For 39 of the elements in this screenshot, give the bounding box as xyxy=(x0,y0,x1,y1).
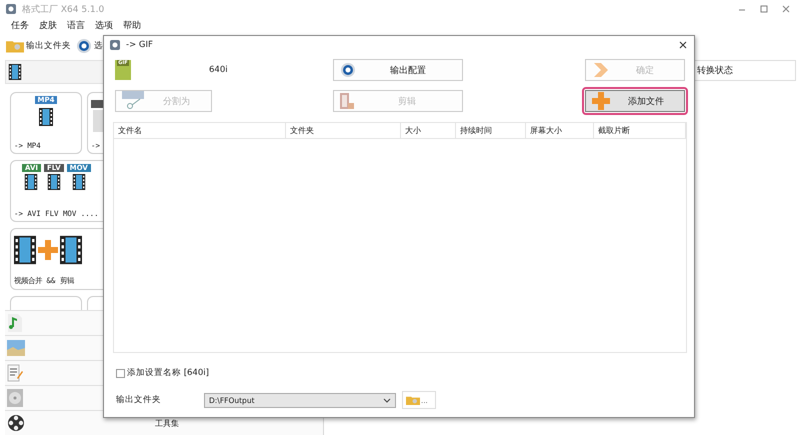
arrow-icon xyxy=(592,63,608,77)
plus-icon xyxy=(592,92,610,110)
column-header: 截取片断 xyxy=(594,123,686,138)
maximize-icon[interactable] xyxy=(760,5,768,13)
column-header: 持续时间 xyxy=(456,123,526,138)
close-icon[interactable] xyxy=(782,5,790,13)
menu-item[interactable]: 任务 xyxy=(11,18,29,32)
menu-item[interactable]: 皮肤 xyxy=(39,18,57,32)
column-header: 文件夹 xyxy=(286,123,401,138)
add-button[interactable]: 添加文件 xyxy=(585,90,685,112)
settings-button[interactable]: 输出配置 xyxy=(333,59,463,81)
column-header: 文件名 xyxy=(114,123,286,138)
film-icon xyxy=(39,106,53,128)
folder-icon xyxy=(6,39,24,53)
menu-item[interactable]: 语言 xyxy=(67,18,85,32)
landscape-icon xyxy=(7,340,25,356)
app-icon xyxy=(6,4,16,14)
menu-item[interactable]: 帮助 xyxy=(123,18,141,32)
browse-button[interactable]: ... xyxy=(402,391,436,409)
column-header: 大小 xyxy=(401,123,456,138)
checkbox[interactable] xyxy=(116,368,125,378)
folder-icon xyxy=(406,394,420,406)
gear-icon xyxy=(340,62,356,78)
field-label: 输出文件夹 xyxy=(116,394,162,406)
column-header: 屏幕大小 xyxy=(526,123,594,138)
preset-name: 640i xyxy=(209,65,228,75)
checkbox-label: 添加设置名称 [640i] xyxy=(127,367,209,379)
window-title: 格式工厂 X64 5.1.0 xyxy=(22,4,104,16)
menu-item[interactable]: 选项 xyxy=(95,18,113,32)
close-button[interactable] xyxy=(678,40,688,50)
plus-icon xyxy=(38,240,58,260)
film-reel-icon xyxy=(7,414,25,432)
chevron-icon xyxy=(383,398,391,402)
app-icon xyxy=(110,40,120,50)
film-icon xyxy=(8,64,22,80)
dialog-title: -> GIF xyxy=(126,40,153,50)
toolbar-button[interactable]: 选 xyxy=(76,38,103,54)
toolbar-button[interactable]: 输出文件夹 xyxy=(6,39,71,53)
gear-icon xyxy=(76,38,92,54)
